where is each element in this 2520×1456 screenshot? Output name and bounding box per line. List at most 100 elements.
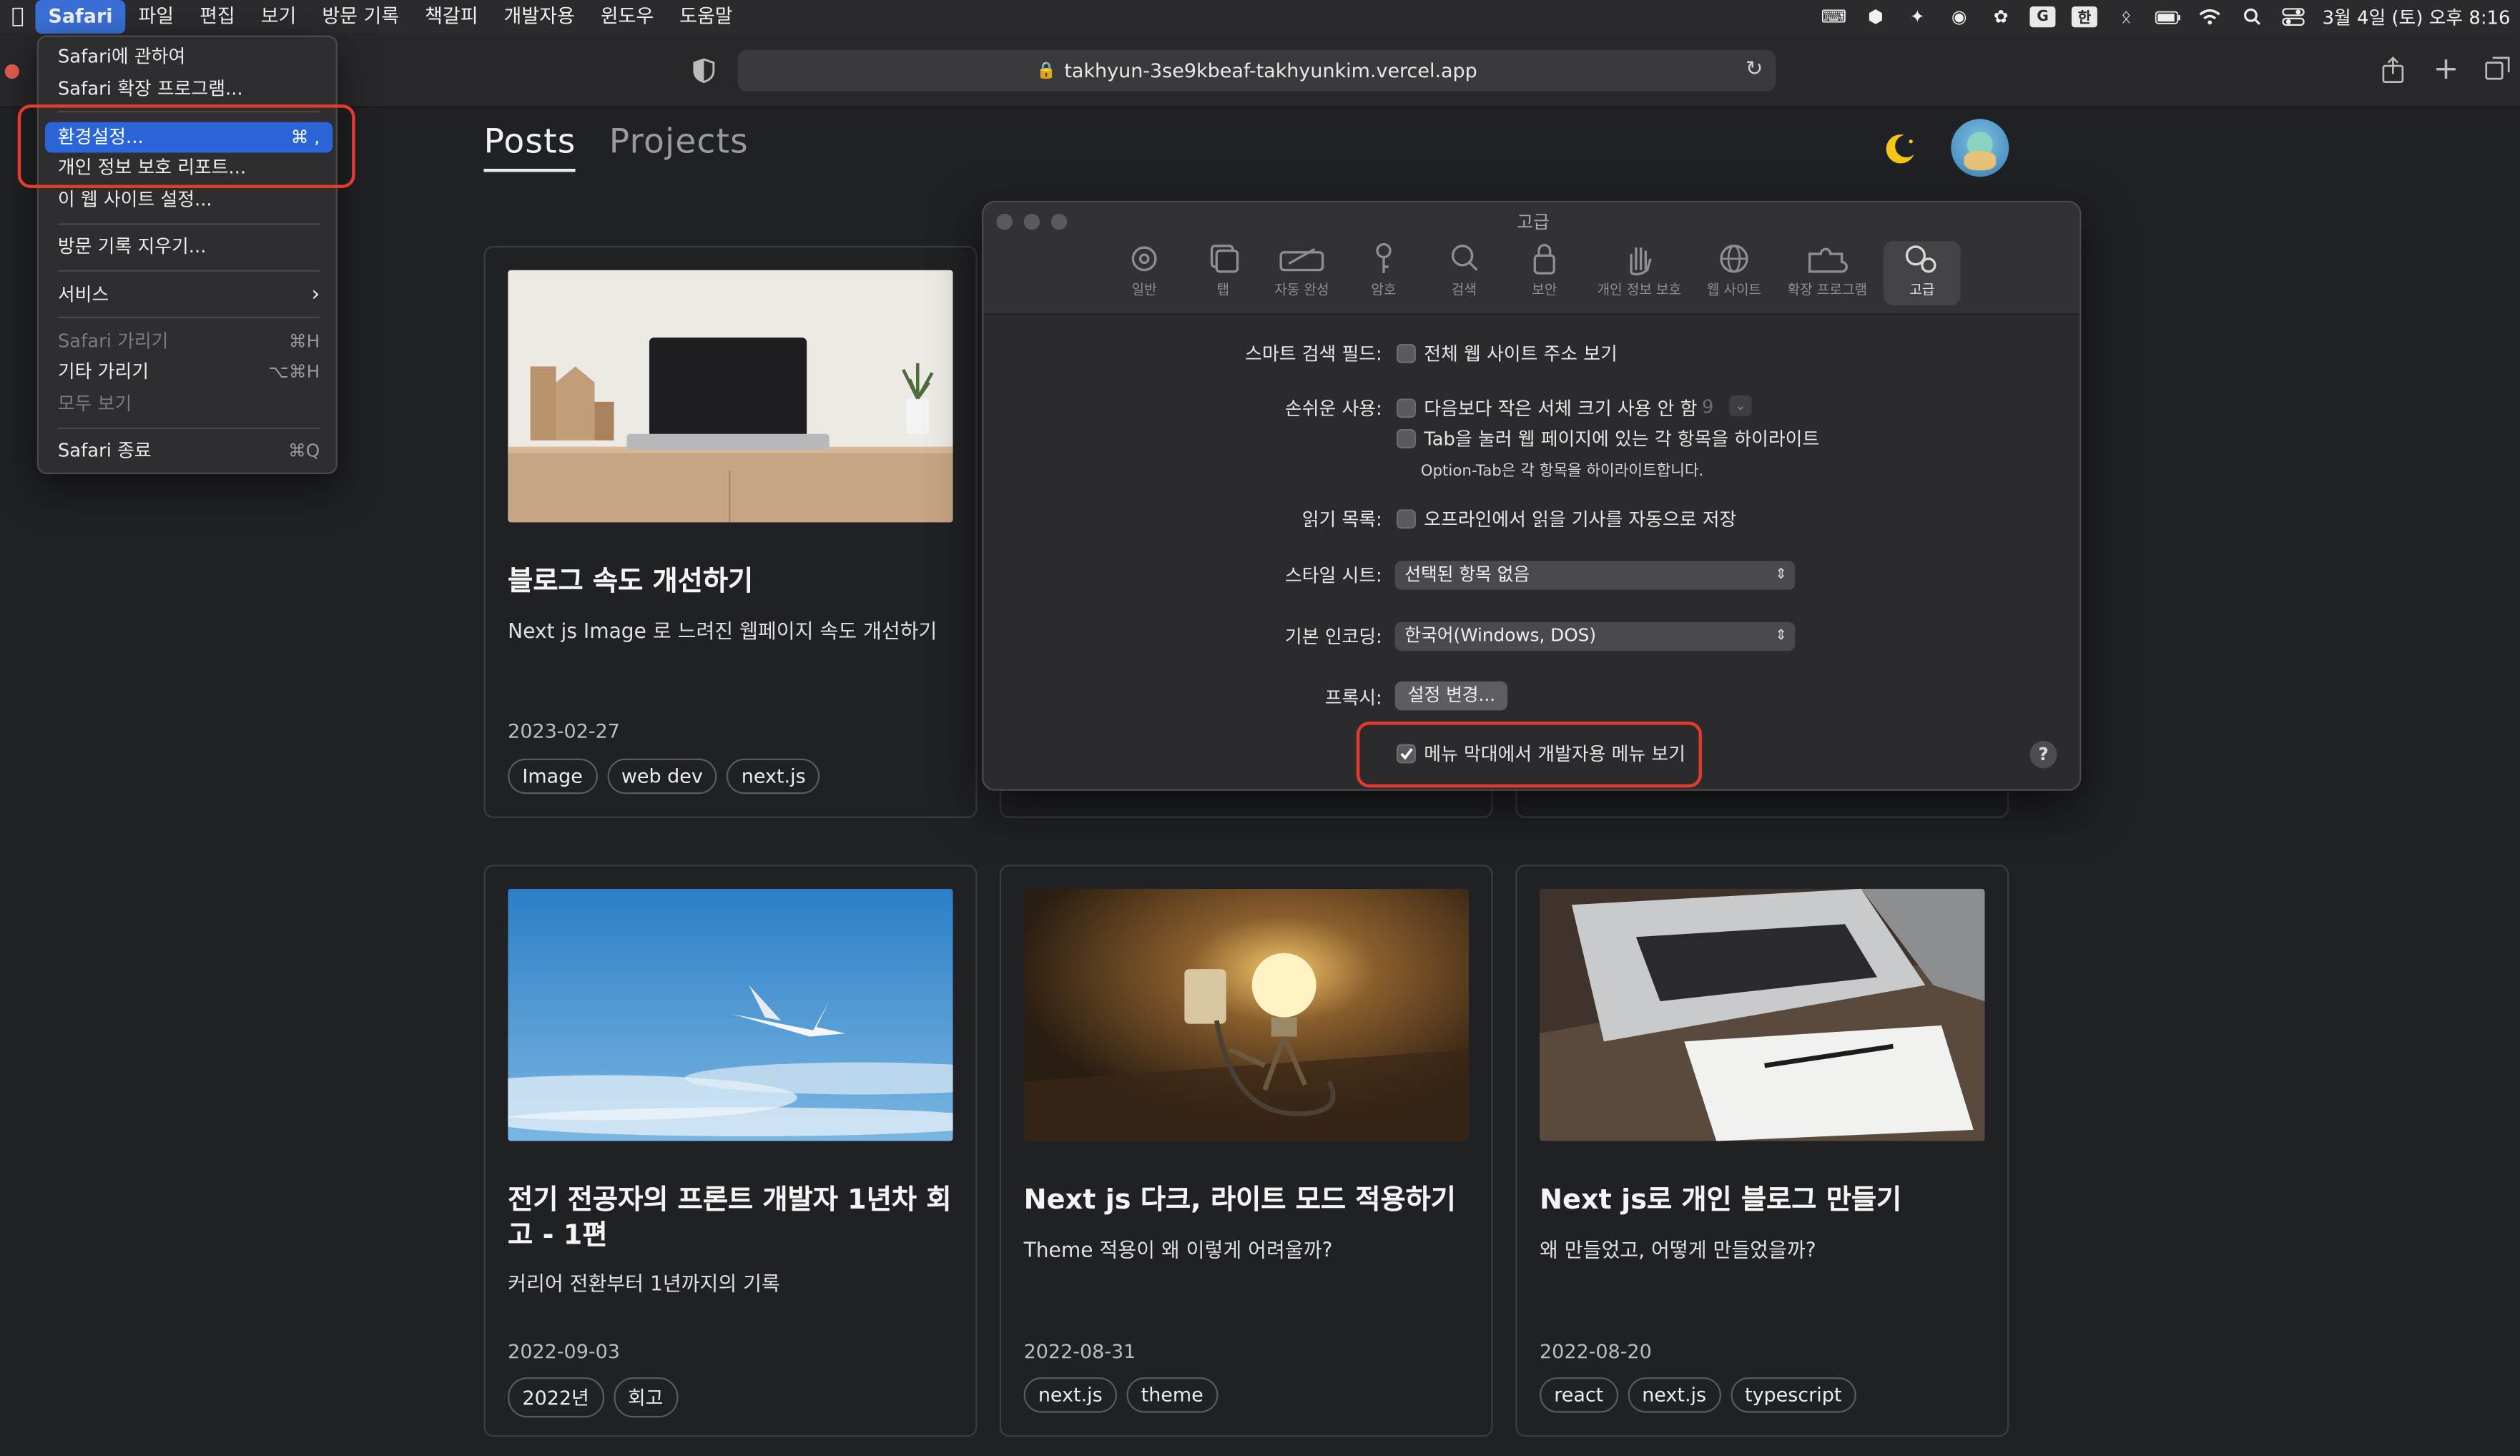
battery-icon[interactable]	[2155, 6, 2181, 27]
smart-search-label: 스마트 검색 필드:	[1245, 342, 1382, 365]
address-bar[interactable]: 🔒 takhyun-3se9kbeaf-takhyunkim.vercel.ap…	[737, 49, 1776, 92]
apple-icon[interactable]: 	[0, 5, 35, 29]
post-title[interactable]: Next js 다크, 라이트 모드 적용하기	[1024, 1183, 1474, 1218]
post-thumbnail-bird-sky	[508, 888, 953, 1141]
gears-icon	[1905, 245, 1936, 273]
tab-websites[interactable]: 웹 사이트	[1700, 241, 1768, 305]
share-icon[interactable]	[2382, 56, 2404, 90]
privacy-shield-icon[interactable]	[693, 58, 715, 84]
grammarly-icon[interactable]: G	[2029, 6, 2056, 28]
menu-item-show-all[interactable]: 모두 보기	[45, 389, 333, 420]
menu-item-quit-safari[interactable]: Safari 종료 ⌘Q	[45, 436, 333, 466]
tab-projects[interactable]: Projects	[609, 122, 749, 161]
cube-icon[interactable]: ⬢	[1863, 6, 1889, 27]
menu-item-safari-extensions[interactable]: Safari 확장 프로그램...	[45, 74, 333, 104]
spotlight-search-icon[interactable]	[2239, 6, 2265, 27]
menu-window[interactable]: 윈도우	[588, 0, 666, 34]
post-tag[interactable]: theme	[1126, 1377, 1218, 1413]
keyboard-icon[interactable]: ⌨	[1821, 6, 1847, 27]
post-thumbnail-laptop-notebook	[1540, 888, 1985, 1141]
new-tab-icon[interactable]: +	[2433, 51, 2459, 87]
menu-history[interactable]: 방문 기록	[309, 0, 412, 34]
tab-posts[interactable]: Posts	[483, 122, 576, 161]
post-thumbnail-laptop-desk	[508, 270, 953, 523]
post-title[interactable]: Next js로 개인 블로그 만들기	[1540, 1183, 1989, 1218]
globe-icon	[1720, 245, 1748, 273]
annotation-highlight-box	[17, 104, 355, 188]
menu-develop[interactable]: 개발자용	[491, 0, 588, 34]
tab-highlight-hint: Option-Tab은 각 항목을 하이라이트합니다.	[1420, 463, 1704, 481]
smart-search-checkbox[interactable]	[1396, 343, 1416, 363]
help-button[interactable]: ?	[2029, 741, 2057, 769]
post-card[interactable]: 블로그 속도 개선하기 Next js Image 로 느려진 웹페이지 속도 …	[483, 245, 978, 818]
stylesheet-select[interactable]: 선택된 항목 없음 ⇕	[1394, 561, 1796, 590]
post-title[interactable]: 블로그 속도 개선하기	[508, 564, 958, 599]
smart-search-option[interactable]: 전체 웹 사이트 주소 보기	[1424, 340, 1618, 366]
post-card[interactable]: Next js 다크, 라이트 모드 적용하기 Theme 적용이 왜 이렇게 …	[999, 865, 1493, 1437]
record-icon[interactable]: ◉	[1946, 6, 1972, 27]
bluetooth-icon[interactable]: ᛟ	[2113, 6, 2139, 27]
tab-advanced[interactable]: 고급	[1883, 241, 1961, 306]
proxy-settings-button[interactable]: 설정 변경...	[1394, 681, 1509, 711]
post-tag[interactable]: 2022년	[508, 1377, 604, 1418]
menu-item-website-settings[interactable]: 이 웹 사이트 설정...	[45, 185, 333, 215]
post-tag[interactable]: typescript	[1730, 1377, 1856, 1413]
proxy-label: 프록시:	[1324, 686, 1382, 709]
menu-file[interactable]: 파일	[126, 0, 187, 34]
gear-icon	[1131, 246, 1157, 272]
vk-icon[interactable]: ✦	[1904, 6, 1930, 27]
tab-tabs[interactable]: 탭	[1202, 241, 1244, 305]
menu-view[interactable]: 보기	[248, 0, 310, 34]
post-title[interactable]: 전기 전공자의 프론트 개발자 1년차 회고 - 1편	[508, 1183, 958, 1254]
screen:  Safari 파일 편집 보기 방문 기록 책갈피 개발자용 윈도우 도움말…	[0, 0, 2520, 1456]
min-font-size-option[interactable]: 다음보다 작은 서체 크기 사용 안 함	[1424, 395, 1697, 421]
reading-list-checkbox[interactable]	[1396, 509, 1416, 529]
post-tag[interactable]: react	[1540, 1377, 1618, 1413]
theme-toggle-moon-icon[interactable]	[1880, 130, 1919, 169]
tab-highlight-checkbox[interactable]	[1396, 429, 1416, 449]
menu-safari[interactable]: Safari	[35, 0, 126, 34]
tab-security[interactable]: 보안	[1524, 241, 1565, 305]
post-thumbnail-lightbulb	[1023, 888, 1470, 1141]
post-tag[interactable]: next.js	[1023, 1377, 1117, 1413]
tab-extensions[interactable]: 확장 프로그램	[1781, 241, 1874, 305]
reload-icon[interactable]: ↻	[1746, 58, 1763, 82]
post-tag[interactable]: Image	[508, 758, 598, 795]
wifi-icon[interactable]	[2197, 6, 2223, 27]
tab-privacy[interactable]: 개인 정보 보호	[1591, 241, 1688, 305]
encoding-select[interactable]: 한국어(Windows, DOS) ⇕	[1394, 621, 1796, 651]
menu-edit[interactable]: 편집	[187, 0, 248, 34]
tab-highlight-option[interactable]: Tab을 눌러 웹 페이지에 있는 각 항목을 하이라이트	[1424, 426, 1819, 452]
tab-overview-icon[interactable]	[2484, 56, 2510, 87]
tabs-icon	[1210, 245, 1239, 273]
min-font-size-checkbox[interactable]	[1396, 398, 1416, 418]
menu-item-about-safari[interactable]: Safari에 관하여	[45, 41, 333, 72]
tab-autofill[interactable]: 자동 완성	[1269, 241, 1334, 305]
post-subtitle: Next js Image 로 느려진 웹페이지 속도 개선하기	[508, 619, 937, 643]
tab-general[interactable]: 일반	[1122, 241, 1167, 305]
menu-item-hide-others[interactable]: 기타 가리기 ⌥⌘H	[45, 357, 333, 388]
menu-clock[interactable]: 3월 4일 (토) 오후 8:16	[2323, 4, 2511, 30]
post-tag[interactable]: next.js	[1627, 1377, 1721, 1413]
menu-bar:  Safari 파일 편집 보기 방문 기록 책갈피 개발자용 윈도우 도움말…	[0, 0, 2520, 34]
font-size-stepper[interactable]: ⌄	[1729, 395, 1752, 417]
post-card[interactable]: 전기 전공자의 프론트 개발자 1년차 회고 - 1편 커리어 전환부터 1년까…	[483, 865, 978, 1437]
input-method-icon[interactable]: 한	[2072, 6, 2097, 27]
tab-search[interactable]: 검색	[1443, 241, 1485, 305]
pinwheel-icon[interactable]: ✿	[1988, 6, 2014, 27]
menu-bookmarks[interactable]: 책갈피	[412, 0, 491, 34]
menu-item-services[interactable]: 서비스 ›	[45, 280, 333, 310]
post-tag[interactable]: next.js	[727, 758, 820, 795]
profile-avatar[interactable]	[1951, 119, 2009, 177]
post-date: 2022-08-20	[1540, 1340, 1652, 1363]
menu-item-clear-history[interactable]: 방문 기록 지우기...	[45, 232, 333, 262]
menu-help[interactable]: 도움말	[666, 0, 745, 34]
post-tag[interactable]: 회고	[613, 1377, 678, 1418]
menu-item-hide-safari[interactable]: Safari 가리기 ⌘H	[45, 326, 333, 357]
close-window-button[interactable]	[4, 64, 19, 79]
reading-list-option[interactable]: 오프라인에서 읽을 기사를 자동으로 저장	[1424, 506, 1736, 532]
post-card[interactable]: Next js로 개인 블로그 만들기 왜 만들었고, 어떻게 만들었을까? 2…	[1515, 865, 2009, 1437]
control-center-icon[interactable]	[2280, 6, 2306, 27]
post-tag[interactable]: web dev	[606, 758, 718, 795]
tab-passwords[interactable]: 암호	[1363, 241, 1404, 305]
